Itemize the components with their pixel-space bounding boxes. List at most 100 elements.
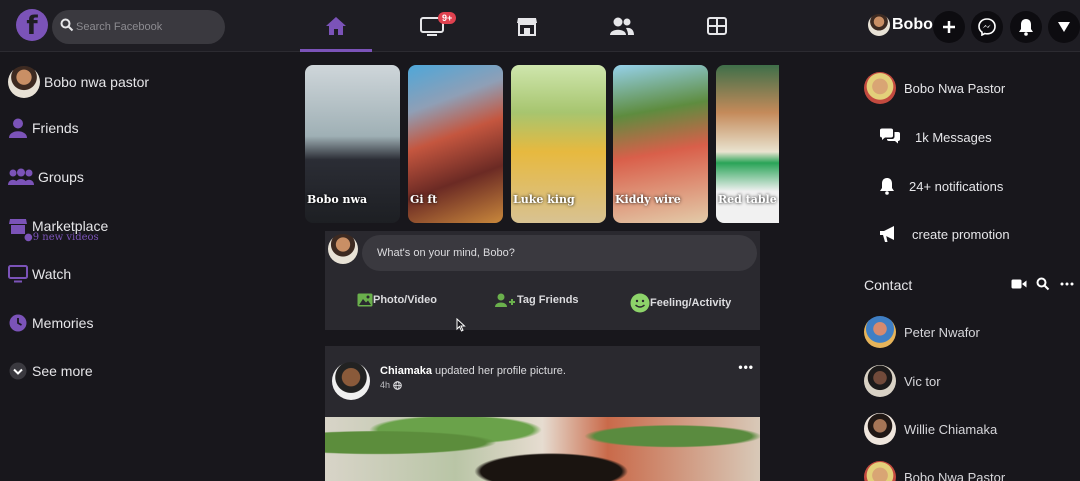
caret-down-icon xyxy=(1058,22,1070,32)
avatar xyxy=(864,461,896,481)
watch-new-videos: ●9 new videos xyxy=(24,232,99,243)
sidebar-item-watch[interactable]: Watch xyxy=(8,264,71,284)
tab-groups[interactable] xyxy=(681,0,753,52)
search-input[interactable] xyxy=(76,10,221,44)
video-camera-icon[interactable] xyxy=(1011,278,1027,290)
search-icon[interactable] xyxy=(1036,277,1050,291)
contact-item[interactable]: Vic tor xyxy=(864,365,941,397)
avatar[interactable] xyxy=(332,362,370,400)
cursor-icon xyxy=(456,318,466,332)
create-promotion-item[interactable]: create promotion xyxy=(879,225,1010,243)
tab-marketplace[interactable] xyxy=(491,0,563,52)
contact-item[interactable]: Bobo Nwa Pastor xyxy=(864,461,1005,481)
sidebar-item-label: Friends xyxy=(32,120,79,136)
feeling-activity-label: Feeling/Activity xyxy=(650,297,732,309)
messages-item[interactable]: 1k Messages xyxy=(879,128,992,146)
tag-friends-label: Tag Friends xyxy=(517,294,579,306)
status-input[interactable]: What's on your mind, Bobo? xyxy=(362,235,757,271)
story-label: Luke king xyxy=(513,193,575,206)
post-header: Chiamaka updated her profile picture. xyxy=(380,365,566,377)
feed-post: Chiamaka updated her profile picture. 4h… xyxy=(325,346,760,481)
sidebar-item-profile[interactable]: Bobo nwa pastor xyxy=(8,66,149,98)
avatar xyxy=(864,72,896,104)
story-card[interactable]: Luke king xyxy=(511,65,606,223)
story-label: Gi ft xyxy=(410,193,438,206)
bell-icon xyxy=(880,178,894,195)
grid-icon xyxy=(707,17,727,35)
notifications-item[interactable]: 24+ notifications xyxy=(879,177,1003,195)
create-button[interactable] xyxy=(933,11,965,43)
top-bar: f 9+ xyxy=(0,0,1080,52)
notifications-label: 24+ notifications xyxy=(909,178,1004,194)
contacts-heading: Contact xyxy=(864,277,913,293)
home-icon xyxy=(326,17,346,35)
sidebar-item-label: Groups xyxy=(38,169,84,185)
tab-friends[interactable] xyxy=(586,0,658,52)
contact-item[interactable]: Willie Chiamaka xyxy=(864,413,997,445)
feeling-activity-button[interactable]: Feeling/Activity xyxy=(630,293,731,313)
post-composer: What's on your mind, Bobo? Photo/Video T… xyxy=(325,231,760,332)
avatar xyxy=(8,66,40,98)
story-card[interactable]: Red table xyxy=(716,65,779,223)
tab-home[interactable] xyxy=(300,0,372,52)
messenger-icon xyxy=(978,18,996,36)
post-author[interactable]: Chiamaka xyxy=(380,365,432,377)
user-icon xyxy=(8,118,28,138)
avatar xyxy=(868,14,890,36)
messenger-button[interactable] xyxy=(971,11,1003,43)
contact-name: Peter Nwafor xyxy=(904,324,980,340)
profile-name: Bobo xyxy=(892,16,933,33)
contact-name: Vic tor xyxy=(904,373,941,389)
contact-item[interactable]: Peter Nwafor xyxy=(864,316,980,348)
users-icon xyxy=(8,167,34,187)
contact-name: Willie Chiamaka xyxy=(904,421,998,437)
watch-badge: 9+ xyxy=(438,12,457,24)
photo-video-label: Photo/Video xyxy=(373,294,437,306)
story-card[interactable]: Kiddy wire xyxy=(613,65,708,223)
photo-video-button[interactable]: Photo/Video xyxy=(357,293,437,307)
sidebar-item-label: Watch xyxy=(32,266,72,282)
avatar xyxy=(864,316,896,348)
profile-shortcut[interactable]: Bobo xyxy=(866,14,933,36)
tab-watch[interactable]: 9+ xyxy=(396,0,468,52)
post-action: updated her profile picture. xyxy=(431,365,566,377)
avatar xyxy=(328,234,358,264)
sidebar-item-memories[interactable]: Memories xyxy=(8,313,93,333)
more-options-icon[interactable] xyxy=(1060,282,1074,286)
messages-label: 1k Messages xyxy=(915,129,992,145)
sidebar-item-label: Memories xyxy=(32,315,94,331)
chevron-down-icon xyxy=(8,361,28,381)
story-label: Red table xyxy=(718,193,777,206)
comments-icon xyxy=(880,128,900,144)
avatar xyxy=(864,413,896,445)
sidebar-item-see-more[interactable]: See more xyxy=(8,361,93,381)
user-plus-icon xyxy=(495,293,515,307)
plus-icon xyxy=(943,21,955,33)
tv-icon xyxy=(8,264,28,284)
story-card[interactable]: Gi ft xyxy=(408,65,503,223)
tag-friends-button[interactable]: Tag Friends xyxy=(495,293,579,307)
sidebar-item-groups[interactable]: Groups xyxy=(8,167,84,187)
clock-icon xyxy=(8,313,28,333)
sidebar-item-label: Bobo nwa pastor xyxy=(44,74,150,90)
users-icon xyxy=(610,17,634,35)
bell-icon xyxy=(1019,19,1033,36)
notifications-button[interactable] xyxy=(1010,11,1042,43)
search-icon xyxy=(60,18,74,32)
search-box[interactable] xyxy=(52,10,225,44)
post-timestamp[interactable]: 4h xyxy=(380,380,390,390)
post-time: 4h xyxy=(380,380,402,390)
store-icon xyxy=(517,18,537,36)
image-icon xyxy=(357,293,373,307)
post-image[interactable] xyxy=(325,417,760,481)
create-promotion-label: create promotion xyxy=(912,226,1010,242)
post-options-button[interactable]: ••• xyxy=(738,360,754,374)
right-profile-item[interactable]: Bobo Nwa Pastor xyxy=(864,72,1005,104)
sidebar-item-friends[interactable]: Friends xyxy=(8,118,79,138)
story-label: Bobo nwa xyxy=(307,193,368,206)
account-menu-button[interactable] xyxy=(1048,11,1080,43)
story-label: Kiddy wire xyxy=(615,193,681,206)
facebook-logo-icon[interactable]: f xyxy=(16,9,48,41)
megaphone-icon xyxy=(880,226,894,242)
story-card[interactable]: Bobo nwa xyxy=(305,65,400,223)
